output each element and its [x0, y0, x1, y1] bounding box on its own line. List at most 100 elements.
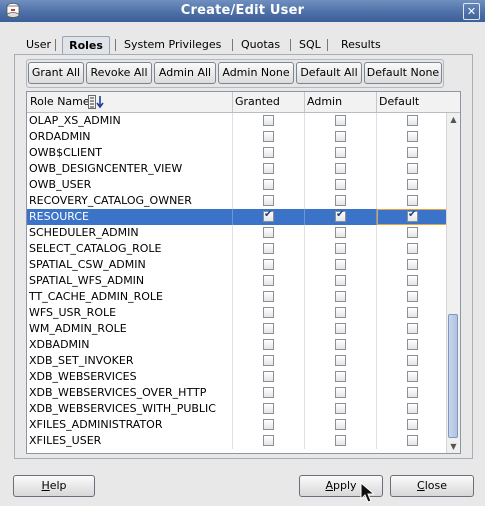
admin-none-button[interactable]: Admin None	[218, 62, 294, 84]
table-row[interactable]: OLAP_XS_ADMIN	[27, 113, 447, 129]
granted-checkbox[interactable]	[263, 387, 274, 398]
tab-quotas[interactable]: Quotas	[241, 36, 280, 54]
granted-checkbox[interactable]	[263, 163, 274, 174]
admin-checkbox[interactable]	[335, 163, 346, 174]
scroll-down-icon[interactable]: ▼	[449, 442, 458, 451]
tab-results[interactable]: Results	[341, 36, 381, 54]
table-row[interactable]: XDB_SET_INVOKER	[27, 353, 447, 369]
default-checkbox[interactable]	[407, 147, 418, 158]
default-none-button[interactable]: Default None	[364, 62, 442, 84]
default-checkbox[interactable]	[407, 307, 418, 318]
granted-checkbox[interactable]	[263, 131, 274, 142]
column-header-admin[interactable]: Admin	[307, 92, 342, 112]
granted-checkbox[interactable]	[263, 307, 274, 318]
granted-checkbox[interactable]	[263, 227, 274, 238]
default-checkbox[interactable]	[407, 419, 418, 430]
granted-checkbox[interactable]	[263, 371, 274, 382]
admin-checkbox[interactable]	[335, 131, 346, 142]
admin-checkbox[interactable]	[335, 339, 346, 350]
granted-checkbox[interactable]	[263, 195, 274, 206]
granted-checkbox[interactable]	[263, 147, 274, 158]
default-checkbox[interactable]	[407, 291, 418, 302]
default-checkbox[interactable]	[407, 227, 418, 238]
admin-checkbox[interactable]	[335, 355, 346, 366]
granted-checkbox[interactable]	[263, 291, 274, 302]
scrollbar-thumb[interactable]	[448, 314, 458, 438]
granted-checkbox[interactable]	[263, 355, 274, 366]
admin-checkbox[interactable]	[335, 307, 346, 318]
scroll-up-icon[interactable]: ▲	[449, 115, 458, 124]
table-row[interactable]: XDB_WEBSERVICES	[27, 369, 447, 385]
table-row[interactable]: OWB_DESIGNCENTER_VIEW	[27, 161, 447, 177]
column-header-granted[interactable]: Granted	[235, 92, 280, 112]
sort-icon[interactable]	[88, 95, 104, 109]
table-row[interactable]: RECOVERY_CATALOG_OWNER	[27, 193, 447, 209]
default-checkbox[interactable]	[407, 115, 418, 126]
admin-checkbox[interactable]	[335, 243, 346, 254]
revoke-all-button[interactable]: Revoke All	[86, 62, 152, 84]
admin-checkbox[interactable]	[335, 435, 346, 446]
default-checkbox[interactable]	[407, 179, 418, 190]
table-row[interactable]: SELECT_CATALOG_ROLE	[27, 241, 447, 257]
granted-checkbox[interactable]	[263, 403, 274, 414]
granted-checkbox[interactable]	[263, 243, 274, 254]
admin-checkbox[interactable]	[335, 259, 346, 270]
table-row[interactable]: RESOURCE	[27, 209, 447, 225]
granted-checkbox[interactable]	[263, 179, 274, 190]
admin-checkbox[interactable]	[335, 387, 346, 398]
table-row[interactable]: OWB$CLIENT	[27, 145, 447, 161]
granted-checkbox[interactable]	[263, 419, 274, 430]
default-checkbox[interactable]	[407, 259, 418, 270]
admin-checkbox[interactable]	[335, 275, 346, 286]
tab-roles[interactable]: Roles	[62, 36, 110, 55]
tab-user[interactable]: User	[26, 36, 51, 54]
default-checkbox[interactable]	[407, 435, 418, 446]
help-button[interactable]: Help	[13, 475, 95, 497]
admin-checkbox[interactable]	[335, 227, 346, 238]
admin-checkbox[interactable]	[335, 147, 346, 158]
tab-system-privileges[interactable]: System Privileges	[124, 36, 221, 54]
table-row[interactable]: SPATIAL_CSW_ADMIN	[27, 257, 447, 273]
admin-all-button[interactable]: Admin All	[154, 62, 216, 84]
default-checkbox[interactable]	[407, 131, 418, 142]
close-icon[interactable]: ✕	[463, 3, 480, 20]
default-checkbox[interactable]	[407, 163, 418, 174]
granted-checkbox[interactable]	[263, 435, 274, 446]
admin-checkbox[interactable]	[335, 323, 346, 334]
table-row[interactable]: ORDADMIN	[27, 129, 447, 145]
default-checkbox[interactable]	[407, 339, 418, 350]
admin-checkbox[interactable]	[335, 115, 346, 126]
default-checkbox[interactable]	[407, 355, 418, 366]
default-checkbox[interactable]	[407, 403, 418, 414]
default-checkbox[interactable]	[407, 195, 418, 206]
default-checkbox[interactable]	[407, 275, 418, 286]
grant-all-button[interactable]: Grant All	[28, 62, 84, 84]
column-header-role-name[interactable]: Role Name	[30, 92, 90, 112]
vertical-scrollbar[interactable]: ▲ ▼	[446, 113, 460, 453]
tab-sql[interactable]: SQL	[299, 36, 321, 54]
granted-checkbox[interactable]	[263, 339, 274, 350]
default-checkbox[interactable]	[407, 371, 418, 382]
table-row[interactable]: OWB_USER	[27, 177, 447, 193]
default-checkbox[interactable]	[407, 323, 418, 334]
table-row[interactable]: WFS_USR_ROLE	[27, 305, 447, 321]
admin-checkbox[interactable]	[335, 403, 346, 414]
admin-checkbox[interactable]	[335, 291, 346, 302]
table-row[interactable]: XFILES_ADMINISTRATOR	[27, 417, 447, 433]
table-row[interactable]: TT_CACHE_ADMIN_ROLE	[27, 289, 447, 305]
admin-checkbox[interactable]	[335, 179, 346, 190]
default-all-button[interactable]: Default All	[296, 62, 362, 84]
close-button[interactable]: Close	[390, 475, 474, 497]
admin-checkbox[interactable]	[335, 209, 346, 222]
default-checkbox[interactable]	[407, 387, 418, 398]
granted-checkbox[interactable]	[263, 115, 274, 126]
column-header-default[interactable]: Default	[379, 92, 419, 112]
granted-checkbox[interactable]	[263, 209, 274, 222]
table-row[interactable]: XDB_WEBSERVICES_OVER_HTTP	[27, 385, 447, 401]
table-row[interactable]: SCHEDULER_ADMIN	[27, 225, 447, 241]
granted-checkbox[interactable]	[263, 275, 274, 286]
default-checkbox[interactable]	[407, 243, 418, 254]
table-row[interactable]: XDBADMIN	[27, 337, 447, 353]
granted-checkbox[interactable]	[263, 323, 274, 334]
granted-checkbox[interactable]	[263, 259, 274, 270]
